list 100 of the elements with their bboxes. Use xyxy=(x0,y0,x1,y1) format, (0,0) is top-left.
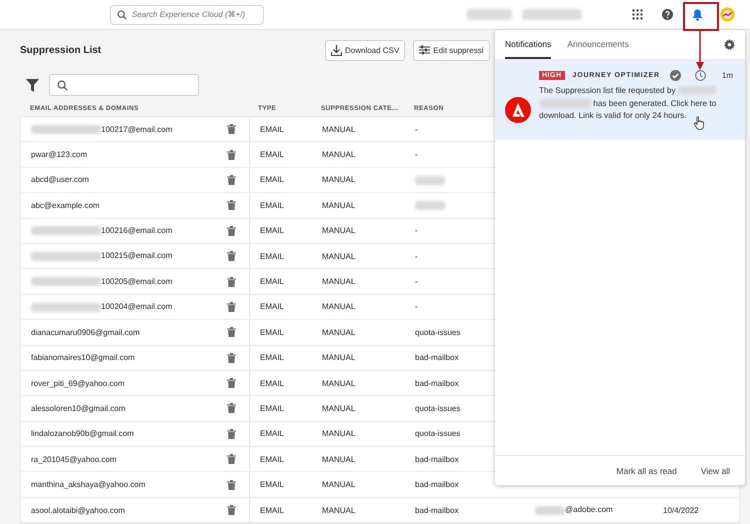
app-logo-icon xyxy=(505,97,531,123)
table-cell-text: - xyxy=(414,124,419,134)
table-cell-text: bad-mailbox xyxy=(414,506,460,515)
edit-button[interactable]: Edit suppressi xyxy=(413,40,490,60)
notification-message: The Suppression list file requested by has been generated. Click here to download. Link is valid for only 24 hours. xyxy=(539,85,718,122)
trash-icon[interactable] xyxy=(226,454,236,464)
settings-icon[interactable] xyxy=(724,39,735,50)
table-cell-text: quota-issues xyxy=(414,429,462,438)
apps-grid-icon[interactable] xyxy=(632,9,642,20)
trash-icon[interactable] xyxy=(226,428,236,439)
panel-tab[interactable]: Announcements xyxy=(567,30,629,59)
redacted-org-name xyxy=(467,9,512,20)
table-cell: @adobe.com xyxy=(531,505,653,515)
table-cell: EMAIL xyxy=(249,320,312,345)
table-cell: 100215@email.com xyxy=(21,251,213,261)
table-cell: EMAIL xyxy=(249,472,312,497)
table-cell-text: rover_piti_69@yahoo.com xyxy=(30,378,126,388)
table-cell: 100217@email.com xyxy=(21,124,213,134)
table-cell: EMAIL xyxy=(249,498,312,522)
trash-icon[interactable] xyxy=(226,403,236,414)
table-cell-text: alessoloren10@gmail.com xyxy=(30,404,126,413)
table-cell: EMAIL xyxy=(249,193,312,218)
trash-icon[interactable] xyxy=(226,276,236,287)
view-all-link[interactable]: View all xyxy=(700,466,730,476)
trash-icon[interactable] xyxy=(226,352,236,363)
table-cell: 100216@email.com xyxy=(21,226,213,236)
trash-icon[interactable] xyxy=(226,226,236,236)
table-cell: EMAIL xyxy=(249,370,312,396)
table-cell-text: MANUAL xyxy=(321,404,356,413)
search-field[interactable]: Search Experience Cloud (⌘+/) xyxy=(110,4,264,24)
table-cell-text: quota-issues xyxy=(414,328,462,337)
bell-icon[interactable] xyxy=(692,8,702,20)
trash-icon[interactable] xyxy=(226,505,236,516)
table-cell-text: lindalozanob90b@gmail.com xyxy=(30,429,135,438)
table-cell-text: - xyxy=(414,226,419,236)
table-cell: EMAIL xyxy=(249,422,312,446)
table-cell-text: MANUAL xyxy=(321,378,356,388)
filter-search-field[interactable] xyxy=(49,74,199,96)
table-cell-text: MANUAL xyxy=(321,302,356,312)
page-title: Suppression List xyxy=(20,44,102,56)
trash-icon[interactable] xyxy=(226,124,236,134)
table-cell: EMAIL xyxy=(249,168,312,192)
trash-icon[interactable] xyxy=(226,251,236,262)
table-cell-text: ra_201045@yahoo.com xyxy=(30,454,118,464)
table-cell: EMAIL xyxy=(249,142,312,167)
table-cell-text: pwar@123.com xyxy=(30,150,88,160)
download-icon xyxy=(331,44,342,56)
help-icon[interactable] xyxy=(662,9,672,20)
table-cell-text: MANUAL xyxy=(321,150,356,160)
table-cell-text: bad-mailbox xyxy=(414,378,460,388)
table-cell-text: MANUAL xyxy=(321,124,356,134)
trash-icon[interactable] xyxy=(226,302,236,312)
search-icon xyxy=(57,80,68,90)
filter-icon[interactable] xyxy=(26,78,39,92)
table-cell: 100204@email.com xyxy=(21,302,213,312)
table-cell-text: MANUAL xyxy=(321,353,356,362)
table-cell: EMAIL xyxy=(249,346,312,370)
table-cell-text: asool.alotaibi@yahoo.com xyxy=(30,506,126,515)
trash-icon[interactable] xyxy=(226,200,236,210)
table-cell: EMAIL xyxy=(249,396,312,421)
avatar-icon[interactable] xyxy=(720,7,734,22)
table-cell-text: abcd@user.com xyxy=(30,175,90,184)
sliders-icon xyxy=(419,45,430,55)
table-cell-text: 10/4/2022 xyxy=(662,506,700,515)
hand-cursor-icon xyxy=(694,116,706,130)
trash-icon[interactable] xyxy=(226,174,236,185)
table-cell-text: - xyxy=(414,252,419,261)
table-cell-text: MANUAL xyxy=(321,328,356,337)
table-cell: EMAIL xyxy=(249,294,312,320)
table-cell-text: - xyxy=(414,150,419,160)
table-cell-text: MANUAL xyxy=(321,506,356,515)
table-cell: EMAIL xyxy=(249,218,312,243)
table-cell-text: quota-issues xyxy=(414,404,462,413)
table-cell-text: dianacumaru0906@gmail.com xyxy=(30,328,141,337)
table-cell-text: - xyxy=(414,302,419,312)
trash-icon[interactable] xyxy=(226,480,236,490)
table-cell-text: abc@example.com xyxy=(30,200,101,210)
table-cell: 100205@email.com xyxy=(21,276,213,286)
download-csv-button[interactable]: Download CSV xyxy=(325,40,406,60)
search-icon xyxy=(117,10,127,20)
annotation-arrow xyxy=(683,2,719,72)
table-cell-text: MANUAL xyxy=(321,480,356,490)
table-cell: EMAIL xyxy=(249,269,312,294)
table-cell-text: - xyxy=(414,277,419,286)
trash-icon[interactable] xyxy=(226,327,236,338)
table-cell: EMAIL xyxy=(249,244,312,268)
table-cell: EMAIL xyxy=(249,117,312,142)
table-cell-text: MANUAL xyxy=(321,277,356,286)
trash-icon[interactable] xyxy=(226,150,236,160)
table-cell-text: bad-mailbox xyxy=(414,480,460,490)
mark-all-read-link[interactable]: Mark all as read xyxy=(616,466,677,476)
clock-icon[interactable] xyxy=(694,70,706,81)
table-cell-text: MANUAL xyxy=(321,226,356,236)
table-cell-text: MANUAL xyxy=(321,175,356,184)
table-cell-text: MANUAL xyxy=(321,200,356,210)
table-cell-text: bad-mailbox xyxy=(414,353,460,362)
table-cell: EMAIL xyxy=(249,447,312,472)
trash-icon[interactable] xyxy=(226,378,236,388)
check-icon[interactable] xyxy=(670,70,681,81)
table-cell-text: MANUAL xyxy=(321,454,356,464)
